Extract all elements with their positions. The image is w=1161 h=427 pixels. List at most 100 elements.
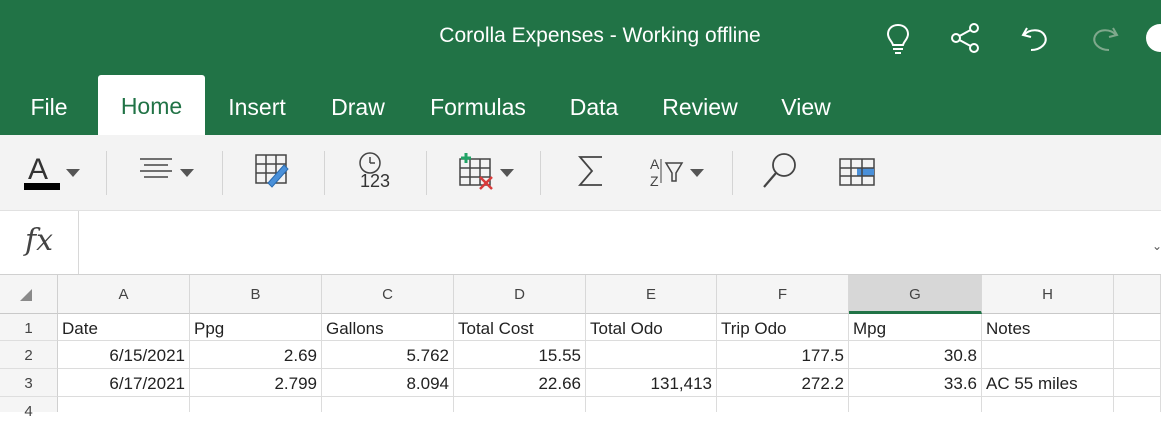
table-button[interactable] [838,149,878,197]
autosum-button[interactable] [574,149,610,197]
cell-e1[interactable]: Total Odo [586,314,717,341]
align-button[interactable] [138,149,198,197]
cell-f4[interactable] [717,397,849,412]
insert-delete-button[interactable] [456,149,518,197]
number-format-button[interactable]: 123 [354,149,396,197]
cell-d1[interactable]: Total Cost [454,314,586,341]
cell-d3[interactable]: 22.66 [454,369,586,397]
toolbar-divider [426,151,427,195]
spreadsheet-grid: A B C D E F G H 1 Date Ppg Gallons Total… [0,275,1161,420]
cell-h1[interactable]: Notes [982,314,1114,341]
font-color-button[interactable]: A [22,149,82,197]
column-header-f[interactable]: F [717,275,849,314]
ribbon-tabs: File Home Insert Draw Formulas Data Revi… [0,75,1161,135]
cell-c2[interactable]: 5.762 [322,341,454,369]
document-title: Corolla Expenses - Working offline [439,24,761,47]
table-icon [839,158,875,186]
find-icon [763,153,796,188]
cell-i2[interactable] [1114,341,1161,369]
sort-filter-button[interactable]: A Z [646,149,708,197]
cell-b1[interactable]: Ppg [190,314,322,341]
column-header-c[interactable]: C [322,275,454,314]
row-header-1[interactable]: 1 [0,314,58,341]
cell-g2[interactable]: 30.8 [849,341,982,369]
cell-g1[interactable]: Mpg [849,314,982,341]
tab-home[interactable]: Home [98,75,205,135]
row-header-2[interactable]: 2 [0,341,58,369]
cell-i1[interactable] [1114,314,1161,341]
cell-a1[interactable]: Date [58,314,190,341]
cell-a2[interactable]: 6/15/2021 [58,341,190,369]
tab-draw[interactable]: Draw [322,76,394,135]
cell-e3[interactable]: 131,413 [586,369,717,397]
column-header-e[interactable]: E [586,275,717,314]
cell-c3[interactable]: 8.094 [322,369,454,397]
tab-data[interactable]: Data [560,76,628,135]
cell-c1[interactable]: Gallons [322,314,454,341]
column-header-g[interactable]: G [849,275,982,314]
chevron-down-icon[interactable]: ⌄ [1152,239,1161,253]
home-toolbar: A 123 A Z [0,135,1161,211]
toolbar-divider [732,151,733,195]
function-icon[interactable]: fx [0,211,79,274]
redo-icon [1087,20,1123,56]
share-icon[interactable] [947,20,983,56]
column-header-d[interactable]: D [454,275,586,314]
cell-a4[interactable] [58,397,190,412]
cell-e2[interactable] [586,341,717,369]
format-cells-button[interactable] [252,149,294,197]
cell-g3[interactable]: 33.6 [849,369,982,397]
align-icon [140,158,172,178]
row-header-4[interactable]: 4 [0,397,58,420]
chevron-down-icon [690,169,704,177]
cell-d4[interactable] [454,397,586,412]
tab-formulas[interactable]: Formulas [418,76,538,135]
toolbar-divider [540,151,541,195]
cell-g4[interactable] [849,397,982,412]
toolbar-divider [106,151,107,195]
tab-review[interactable]: Review [652,76,748,135]
cell-b4[interactable] [190,397,322,412]
cell-f2[interactable]: 177.5 [717,341,849,369]
tab-insert[interactable]: Insert [218,76,296,135]
chevron-down-icon [66,169,80,177]
cell-a3[interactable]: 6/17/2021 [58,369,190,397]
font-color-icon: A [24,153,60,190]
sort-filter-icon: A Z [650,156,684,189]
format-cells-icon [255,154,289,188]
undo-icon[interactable] [1017,20,1053,56]
cell-i4[interactable] [1114,397,1161,412]
column-header-i[interactable] [1114,275,1161,314]
row-header-3[interactable]: 3 [0,369,58,397]
cell-h2[interactable] [982,341,1114,369]
toolbar-divider [324,151,325,195]
select-all-corner[interactable] [0,275,58,314]
select-all-icon [20,289,32,301]
chevron-down-icon [180,169,194,177]
lightbulb-icon[interactable] [880,20,916,56]
tab-view[interactable]: View [772,76,840,135]
cell-b2[interactable]: 2.69 [190,341,322,369]
svg-text:Z: Z [650,173,659,189]
cell-f3[interactable]: 272.2 [717,369,849,397]
cell-f1[interactable]: Trip Odo [717,314,849,341]
column-header-h[interactable]: H [982,275,1114,314]
cell-i3[interactable] [1114,369,1161,397]
cell-h3[interactable]: AC 55 miles [982,369,1114,397]
tab-file[interactable]: File [14,76,84,135]
autosum-icon [578,156,602,186]
column-header-b[interactable]: B [190,275,322,314]
find-button[interactable] [760,149,800,197]
number-format-label: 123 [360,171,391,191]
formula-input[interactable] [80,211,1140,274]
svg-text:A: A [650,156,660,172]
cell-h4[interactable] [982,397,1114,412]
svg-text:A: A [28,153,48,186]
column-header-a[interactable]: A [58,275,190,314]
formula-bar: fx ⌄ [0,211,1161,275]
cell-b3[interactable]: 2.799 [190,369,322,397]
cell-e4[interactable] [586,397,717,412]
cell-d2[interactable]: 15.55 [454,341,586,369]
cell-c4[interactable] [322,397,454,412]
chevron-down-icon [500,169,514,177]
